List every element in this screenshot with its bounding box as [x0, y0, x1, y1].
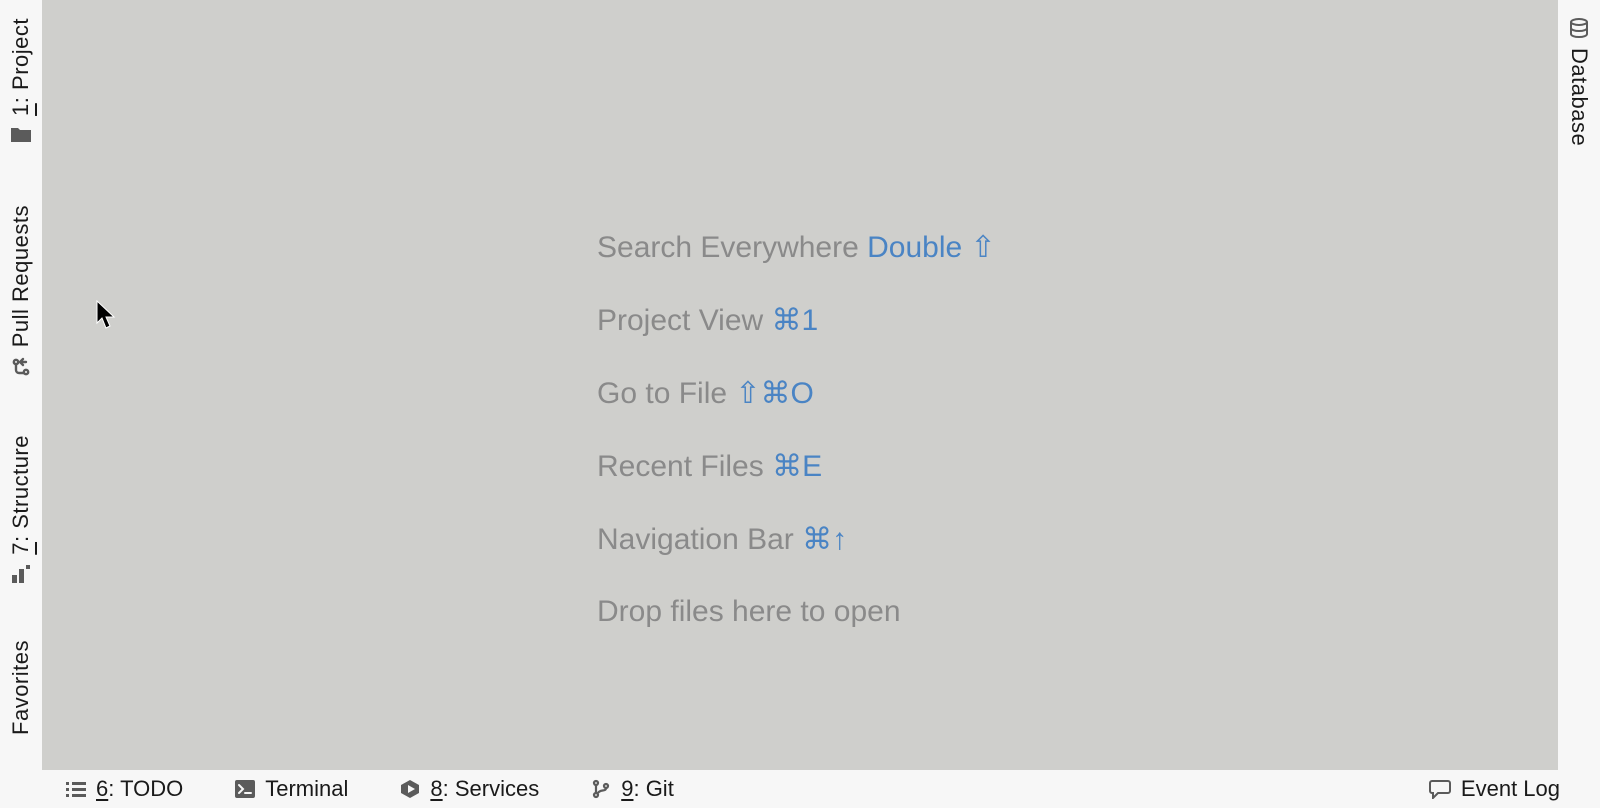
editor-empty-area[interactable]: Search Everywhere Double ⇧ Project View …: [42, 0, 1558, 770]
toolwindow-favorites[interactable]: Favorites: [0, 640, 42, 760]
event-log-label: Event Log: [1461, 776, 1560, 802]
hint-label: Recent Files: [597, 450, 764, 483]
services-icon: [400, 779, 420, 799]
hint-shortcut: ⌘1: [772, 304, 819, 337]
left-tool-stripe: 1: Project Pull Requests 7: Structure Fa: [0, 0, 42, 770]
hint-label: Go to File: [597, 377, 727, 410]
speech-bubble-icon: [1429, 779, 1451, 799]
hint-go-to-file: Go to File ⇧⌘O: [597, 376, 814, 411]
hint-recent-files: Recent Files ⌘E: [597, 449, 822, 484]
hint-label: Drop files here to open: [597, 595, 901, 628]
folder-icon: [11, 126, 31, 142]
hint-shortcut: ⇧⌘O: [735, 377, 813, 410]
git-branch-icon: [591, 779, 611, 799]
toolwindow-services[interactable]: 8: Services: [400, 776, 539, 802]
toolwindow-label: 9: Git: [621, 776, 674, 802]
toolwindow-label: 7: Structure: [8, 435, 34, 555]
terminal-icon: [235, 780, 255, 798]
hint-label: Search Everywhere: [597, 231, 859, 264]
toolwindow-label: Terminal: [265, 776, 348, 802]
toolwindow-project[interactable]: 1: Project: [0, 18, 42, 168]
hint-shortcut: ⌘E: [772, 450, 822, 483]
toolwindow-label: 8: Services: [430, 776, 539, 802]
pull-request-icon: [11, 357, 31, 377]
toolwindow-todo[interactable]: 6: TODO: [66, 776, 183, 802]
hint-drop-files: Drop files here to open: [597, 595, 901, 629]
hint-shortcut: ⌘↑: [802, 523, 847, 556]
toolwindow-label: Pull Requests: [8, 205, 34, 347]
hint-search-everywhere: Search Everywhere Double ⇧: [597, 230, 996, 265]
toolwindow-database[interactable]: Database: [1558, 18, 1600, 178]
toolwindow-label: 6: TODO: [96, 776, 183, 802]
toolwindow-pull-requests[interactable]: Pull Requests: [0, 205, 42, 395]
right-tool-stripe: Database: [1558, 0, 1600, 770]
event-log-button[interactable]: Event Log: [1429, 776, 1560, 802]
database-icon: [1569, 18, 1589, 38]
toolwindow-label: Favorites: [8, 640, 34, 735]
toolwindow-label: 1: Project: [8, 18, 34, 116]
toolwindow-terminal[interactable]: Terminal: [235, 776, 348, 802]
hint-label: Project View: [597, 304, 763, 337]
editor-hints: Search Everywhere Double ⇧ Project View …: [42, 230, 1558, 629]
toolwindow-label: Database: [1566, 48, 1592, 146]
hint-shortcut: Double ⇧: [867, 231, 996, 264]
toolwindow-git[interactable]: 9: Git: [591, 776, 674, 802]
hint-label: Navigation Bar: [597, 523, 794, 556]
list-icon: [66, 781, 86, 797]
bottom-tool-bar: 6: TODO Terminal 8: Services 9: Git Even…: [0, 770, 1600, 808]
structure-icon: [12, 565, 30, 583]
hint-navigation-bar: Navigation Bar ⌘↑: [597, 522, 847, 557]
hint-project-view: Project View ⌘1: [597, 303, 818, 338]
toolwindow-structure[interactable]: 7: Structure: [0, 435, 42, 610]
